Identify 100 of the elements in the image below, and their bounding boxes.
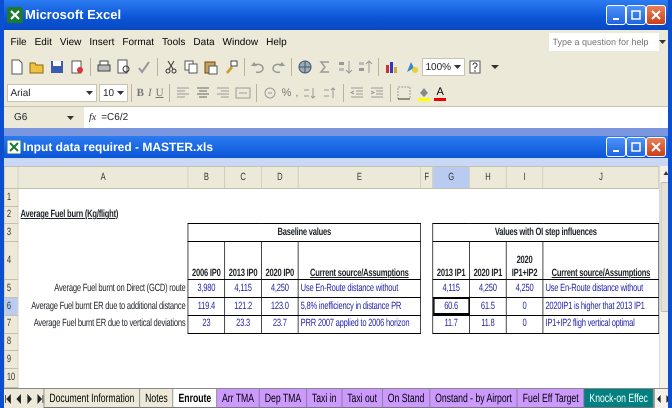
menu-item[interactable]: Format <box>118 34 158 50</box>
chart-icon[interactable] <box>384 59 400 75</box>
help-icon[interactable] <box>466 59 483 75</box>
sheet-tab[interactable]: Dep TMA <box>259 389 307 408</box>
column-heading: 2006 IP0 <box>188 242 225 280</box>
table-cell[interactable]: PRR 2007 applied to 2006 horizon <box>298 315 421 334</box>
table-cell[interactable]: IP1+IP2 fligh vertical optimal <box>542 315 659 334</box>
scroll-thumb[interactable] <box>660 182 668 312</box>
menu-item[interactable]: Data <box>189 34 219 50</box>
column-header[interactable]: D <box>261 166 298 189</box>
globe-icon[interactable] <box>296 59 312 75</box>
row-header[interactable]: 6 <box>4 297 18 316</box>
sheet-tab[interactable]: On Stand <box>382 389 430 408</box>
column-header[interactable]: H <box>469 166 506 189</box>
column-header[interactable]: J <box>542 166 659 189</box>
table-title: Values with OI step influences <box>432 224 659 242</box>
caret-icon[interactable] <box>454 65 461 69</box>
table-cell[interactable]: 23 <box>188 315 225 334</box>
formula-field[interactable]: =C6/2 <box>101 110 668 125</box>
menu-item[interactable]: Edit <box>30 34 56 50</box>
table-cell[interactable]: 2020IP1 is higher that 2013 IP1 <box>542 297 659 316</box>
column-header[interactable]: A <box>18 166 188 189</box>
table-cell[interactable]: 119.4 <box>188 297 225 316</box>
menu-item[interactable]: File <box>6 34 31 50</box>
column-header[interactable]: G <box>432 166 470 189</box>
paste-icon[interactable] <box>202 59 218 75</box>
column-header[interactable]: C <box>224 166 262 189</box>
function-button[interactable]: fx <box>84 110 102 125</box>
menu-item[interactable]: Window <box>218 34 262 50</box>
minimize-button[interactable] <box>606 137 626 157</box>
close-icon <box>650 10 660 20</box>
maximize-icon <box>630 10 640 20</box>
sheet-tab[interactable]: Enroute <box>172 389 217 408</box>
save-icon[interactable] <box>48 59 64 75</box>
sheet-tab[interactable]: Fuel Eff Target <box>517 389 584 408</box>
font-size-dropdown[interactable]: 10 <box>99 84 128 102</box>
window-title: Microsoft Excel <box>25 6 122 24</box>
row-header[interactable]: 9 <box>4 350 18 368</box>
percent-style-button[interactable]: % <box>280 84 294 102</box>
row-header[interactable]: 3 <box>4 224 18 242</box>
maximize-button[interactable] <box>626 5 646 25</box>
menu-item[interactable]: Help <box>262 34 291 50</box>
sheet-tab[interactable]: Knock-on Effec <box>584 389 654 408</box>
underline-button[interactable]: U <box>154 84 166 102</box>
row-header[interactable]: 10 <box>4 368 18 388</box>
name-box[interactable]: G6 <box>4 107 84 128</box>
caret-icon[interactable] <box>116 91 124 95</box>
table-cell[interactable]: 11.8 <box>469 315 506 334</box>
sheet-tab[interactable]: Document Information <box>44 389 140 408</box>
row-header[interactable]: 4 <box>4 242 18 280</box>
caret-icon[interactable] <box>67 116 74 120</box>
table-cell[interactable]: 11.7 <box>432 315 470 334</box>
menu-item[interactable]: Insert <box>85 34 118 50</box>
copy-icon[interactable] <box>182 59 198 75</box>
row-header[interactable]: 5 <box>4 280 18 298</box>
font-dropdown[interactable]: Arial <box>6 84 96 102</box>
excel-logo-icon <box>6 7 22 23</box>
close-button[interactable] <box>646 137 666 157</box>
column-header[interactable]: F <box>420 166 433 189</box>
table-title: Baseline values <box>188 224 421 242</box>
close-button[interactable] <box>646 5 666 25</box>
row-header[interactable]: 7 <box>4 315 18 334</box>
italic-button[interactable]: I <box>146 84 154 102</box>
cut-icon[interactable] <box>162 59 178 75</box>
bold-button[interactable]: B <box>134 84 146 102</box>
borders-icon[interactable] <box>396 85 412 101</box>
horizontal-scrollbar[interactable] <box>654 389 668 408</box>
table-cell[interactable]: Use En-Route distance without <box>542 280 659 298</box>
vertical-scrollbar[interactable] <box>659 166 668 388</box>
sheet-tab[interactable]: Notes <box>139 389 174 408</box>
menu-item[interactable]: Tools <box>158 34 190 50</box>
zoom-dropdown[interactable]: 100% <box>422 58 465 76</box>
new-document-icon[interactable] <box>8 59 24 75</box>
menu-item[interactable]: View <box>56 34 86 50</box>
help-search-field[interactable]: Type a question for help <box>548 33 658 51</box>
column-heading: 2013 IP1 <box>432 242 470 280</box>
maximize-button[interactable] <box>626 137 646 157</box>
row-label: Average Fuel burnt on Direct (GCD) route <box>18 280 188 298</box>
comma-style-button[interactable]: , <box>293 84 300 102</box>
font-color-button[interactable]: A <box>434 86 446 100</box>
sheet-tab[interactable]: Taxi out <box>341 389 383 408</box>
table-cell[interactable]: 4,250 <box>469 280 506 298</box>
column-header[interactable]: I <box>506 166 543 189</box>
row-header[interactable]: 2 <box>4 206 18 224</box>
print-preview-icon[interactable] <box>116 59 132 75</box>
table-cell[interactable]: 3,980 <box>188 280 225 298</box>
sheet-tab[interactable]: Arr TMA <box>216 389 260 408</box>
table-cell[interactable]: 61.5 <box>469 297 506 316</box>
row-header[interactable]: 8 <box>4 333 18 351</box>
caret-icon[interactable] <box>86 91 92 95</box>
sheet-tab[interactable]: Taxi in <box>306 389 342 408</box>
row-header[interactable]: 1 <box>4 188 18 206</box>
maximize-icon <box>630 142 640 152</box>
column-header[interactable]: B <box>188 166 225 189</box>
caret-icon[interactable] <box>658 40 666 44</box>
column-header[interactable]: E <box>298 166 421 189</box>
minimize-button[interactable] <box>606 5 626 25</box>
table-cell[interactable]: 60.6 <box>432 297 470 316</box>
permission-icon[interactable] <box>68 59 84 75</box>
sheet-tab[interactable]: Onstand - by Airport <box>429 389 518 408</box>
